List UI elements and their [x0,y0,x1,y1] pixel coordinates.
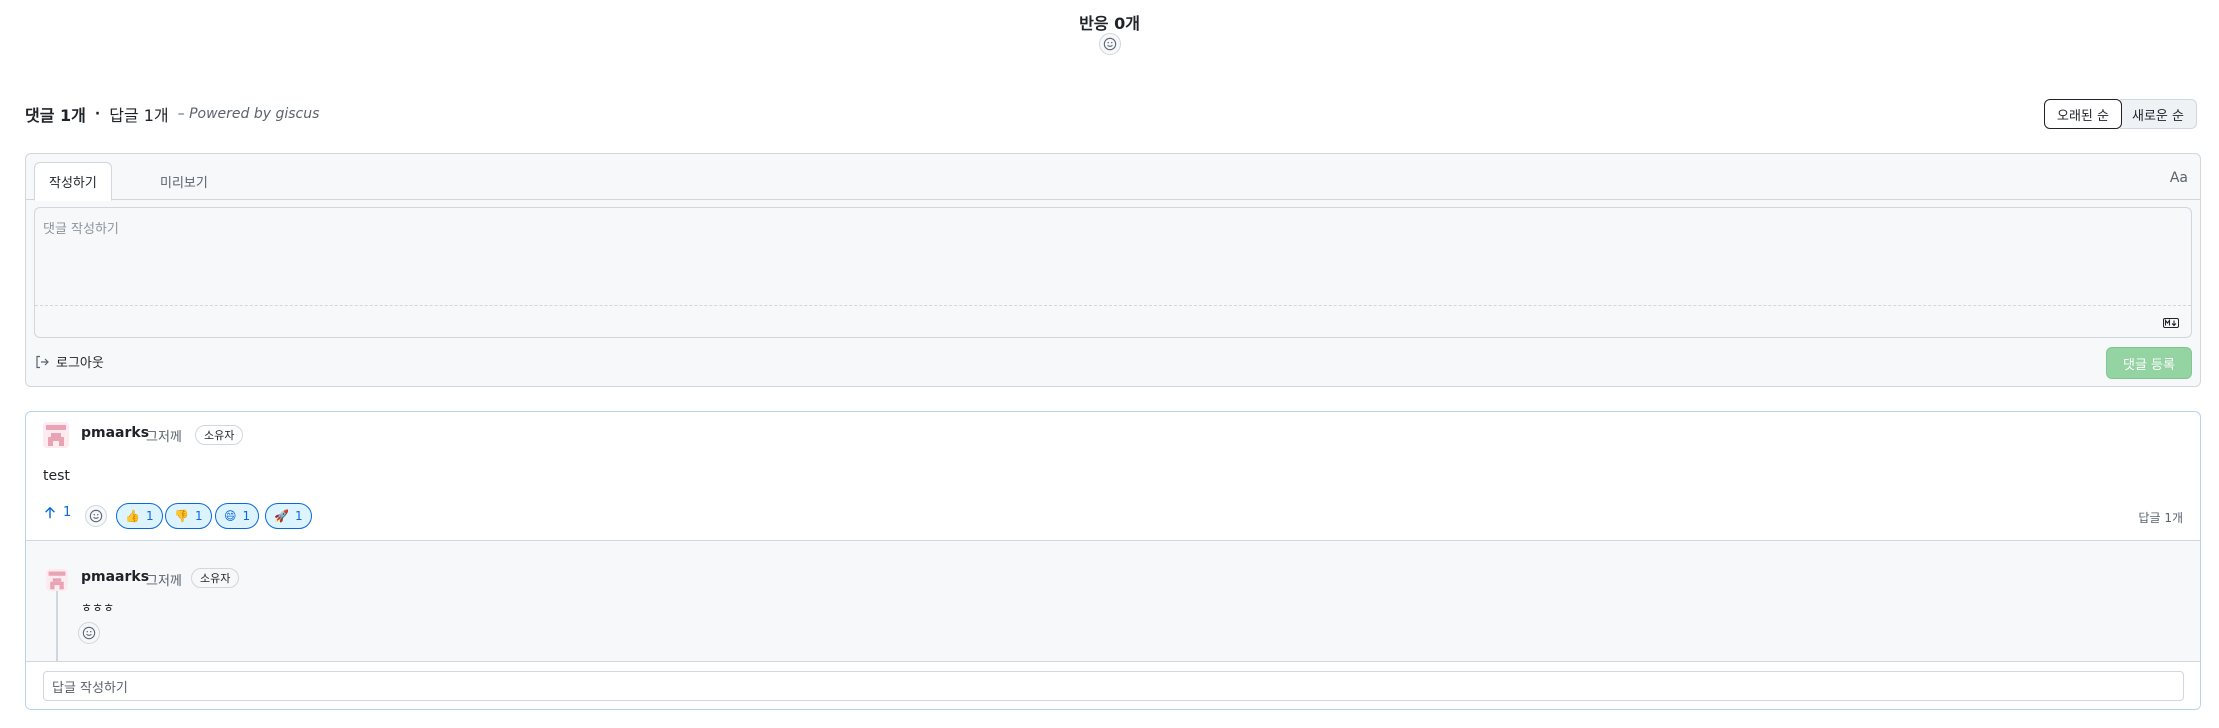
sort-newest-button[interactable]: 새로운 순 [2119,99,2197,129]
comment-time[interactable]: 그저께 [146,426,182,445]
submit-comment-button[interactable]: 댓글 등록 [2106,347,2192,379]
powered-by[interactable]: – Powered by giscus [178,106,320,122]
thumbs-down-icon: 👎 [174,509,189,523]
reaction-count: 1 [294,509,303,523]
reply-avatar[interactable] [46,569,68,591]
add-reaction-button[interactable] [78,622,100,644]
thumbs-up-icon: 👍 [125,509,140,523]
editor-tabs: 작성하기 미리보기 Aa [26,154,2200,201]
reactions-title: 반응 0개 [1079,14,1140,33]
comment-editor: 작성하기 미리보기 Aa 댓글 작성하기 로그아웃 댓글 등록 [25,153,2201,387]
reply-count[interactable]: 답글 1개 [2138,509,2183,526]
reaction-thumbs-up[interactable]: 👍 1 [116,503,163,529]
identicon-icon [43,422,69,448]
arrow-up-icon [45,506,55,518]
owner-badge: 소유자 [191,568,240,588]
logout-label: 로그아웃 [56,356,104,371]
identicon-icon [46,569,68,591]
comment-body: test [43,468,70,484]
owner-badge: 소유자 [195,425,244,445]
add-reaction-button[interactable] [85,505,107,527]
sort-toggle: 오래된 순 새로운 순 [2044,99,2197,129]
reaction-count: 1 [242,509,251,523]
comment-textarea-wrapper: 댓글 작성하기 [34,207,2192,338]
smile-icon [82,626,96,640]
comment-author[interactable]: pmaarks [81,425,149,441]
reply-time[interactable]: 그저께 [146,570,182,589]
reply-input-row: 답글 작성하기 [26,661,2200,709]
reply-author[interactable]: pmaarks [81,569,149,585]
rocket-icon: 🚀 [274,509,289,523]
comment-summary: 댓글 1개 · 답글 1개 – Powered by giscus [25,102,319,126]
reaction-thumbs-down[interactable]: 👎 1 [165,503,212,529]
tab-write[interactable]: 작성하기 [34,162,112,201]
font-toggle-button[interactable]: Aa [2170,170,2188,186]
thread-line [56,589,58,661]
add-reaction-button[interactable] [1099,33,1121,55]
reply-body: ㅎㅎㅎ [81,601,115,615]
reactions-header: 반응 0개 [0,10,2219,34]
reaction-count: 1 [194,509,203,523]
sign-out-icon [36,355,49,368]
reaction-count: 1 [145,509,154,523]
upvote-count: 1 [63,505,72,520]
reaction-rocket[interactable]: 🚀 1 [265,503,312,529]
comment-thread: pmaarks 그저께 소유자 test 1 👍 1 👎 1 😄 1 🚀 1 답… [25,411,2201,710]
upvote-button[interactable]: 1 [43,505,71,520]
reply-count-summary: 답글 1개 [109,106,169,125]
laugh-icon: 😄 [224,509,237,523]
logout-button[interactable]: 로그아웃 [34,352,104,371]
reply-section: pmaarks 그저께 소유자 ㅎㅎㅎ 답글 작성하기 [26,540,2200,709]
markdown-icon [2163,318,2179,328]
sort-oldest-button[interactable]: 오래된 순 [2044,99,2122,129]
reply-input[interactable]: 답글 작성하기 [43,671,2184,701]
separator-dot: · [94,106,101,122]
avatar[interactable] [43,422,69,448]
smile-icon [89,509,103,523]
reaction-laugh[interactable]: 😄 1 [215,503,260,529]
smile-icon [1103,37,1117,51]
comment-textarea[interactable]: 댓글 작성하기 [35,208,2191,306]
comment-count: 댓글 1개 [25,106,86,125]
tab-preview[interactable]: 미리보기 [146,162,222,201]
